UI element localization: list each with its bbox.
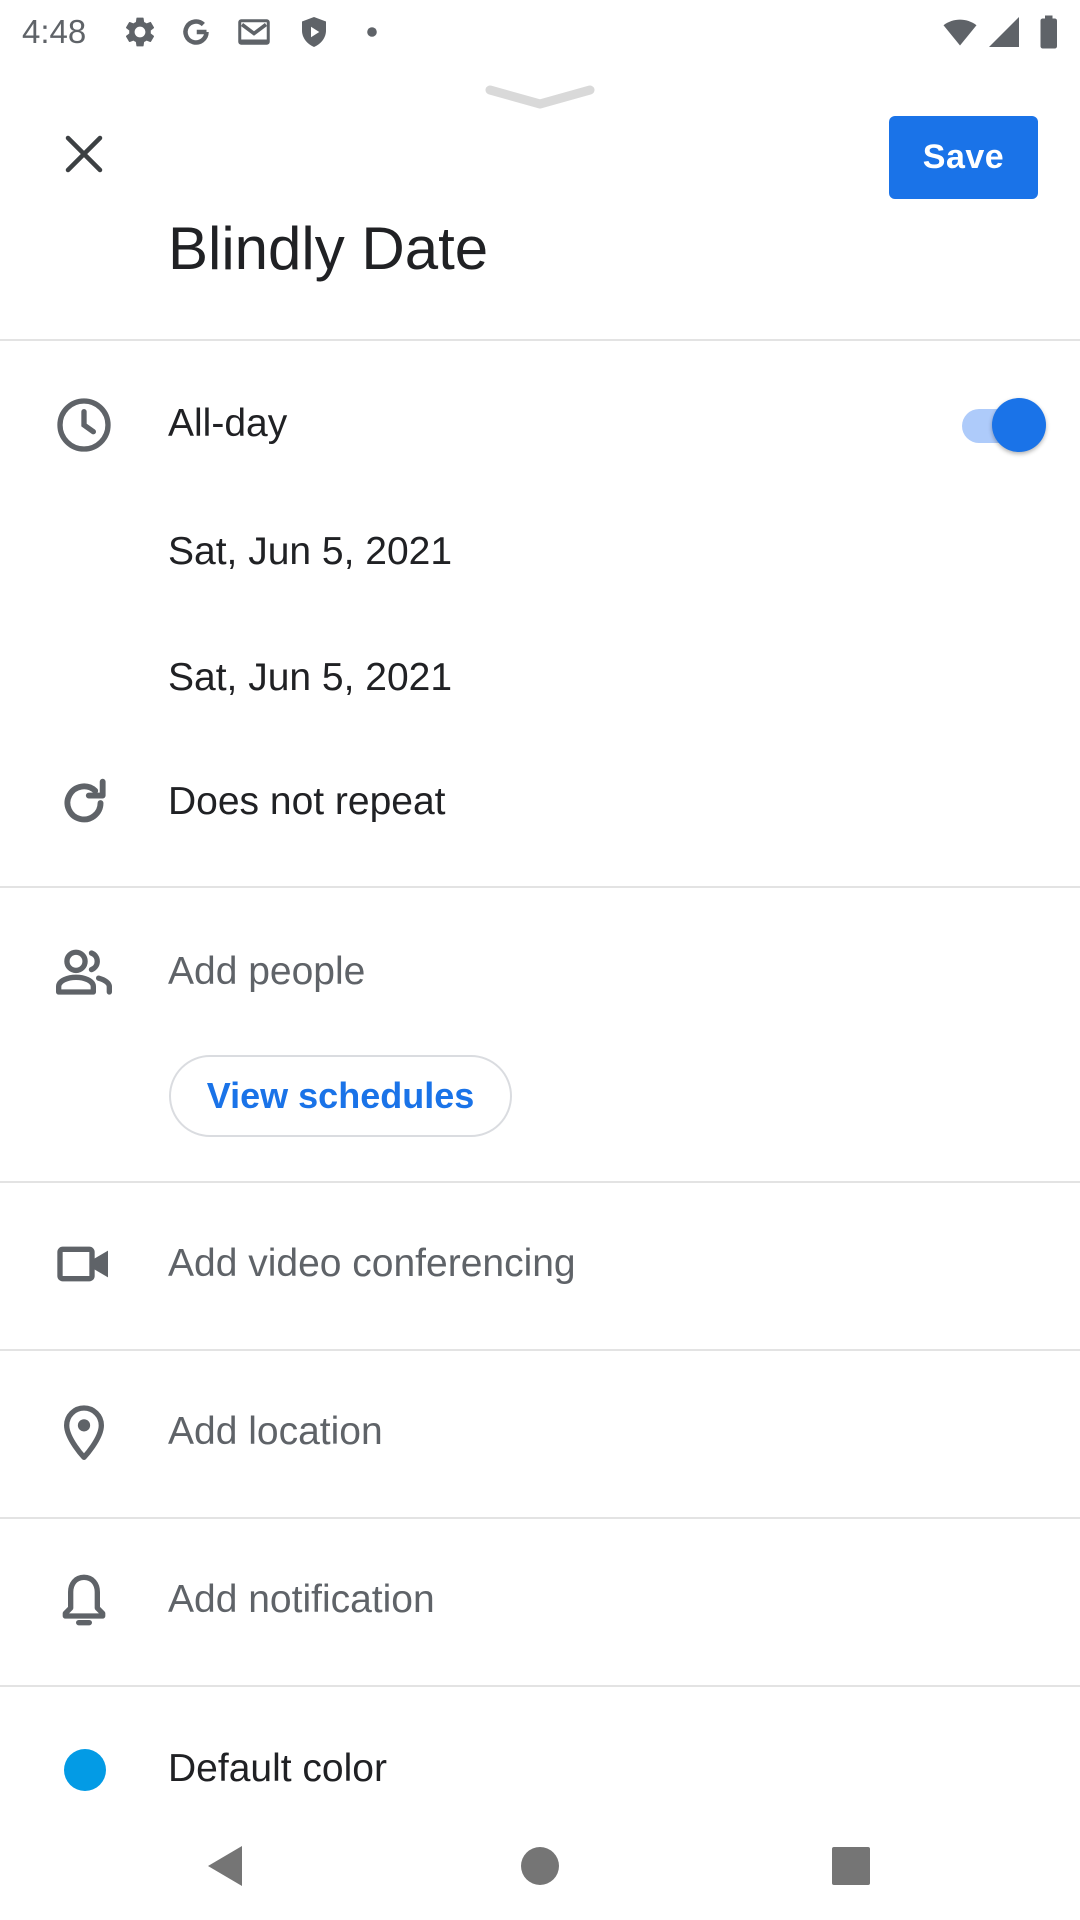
status-time: 4:48	[22, 13, 87, 50]
all-day-label: All-day	[168, 402, 288, 445]
back-button[interactable]	[194, 1834, 258, 1898]
add-video-conferencing[interactable]: Add video conferencing	[168, 1240, 576, 1288]
end-date[interactable]: Sat, Jun 5, 2021	[168, 654, 452, 702]
back-triangle-icon	[208, 1846, 242, 1886]
toggle-thumb	[992, 398, 1046, 452]
video-camera-icon	[52, 1232, 116, 1296]
divider	[0, 1349, 1080, 1351]
color-swatch	[64, 1749, 106, 1791]
event-title[interactable]: Blindly Date	[168, 214, 488, 283]
view-schedules-button[interactable]: View schedules	[169, 1055, 512, 1137]
add-notification[interactable]: Add notification	[168, 1576, 435, 1624]
signal-icon	[986, 14, 1022, 50]
recents-square-icon	[832, 1847, 870, 1885]
dot-icon	[354, 14, 390, 50]
all-day-toggle[interactable]	[956, 396, 1046, 454]
divider	[0, 1685, 1080, 1687]
save-button[interactable]: Save	[889, 116, 1038, 199]
settings-icon	[122, 14, 158, 50]
google-icon	[178, 14, 214, 50]
shield-icon	[296, 14, 332, 50]
event-edit-screen: 4:48 Save Blindly Date All-day Sat, Jun …	[0, 0, 1080, 1920]
location-pin-icon	[52, 1400, 116, 1464]
wifi-icon	[942, 14, 978, 50]
divider	[0, 1181, 1080, 1183]
people-icon	[52, 940, 116, 1004]
home-circle-icon	[521, 1847, 559, 1885]
navigation-bar	[0, 1810, 1080, 1920]
divider	[0, 339, 1080, 341]
bell-icon	[52, 1568, 116, 1632]
repeat-option[interactable]: Does not repeat	[168, 778, 446, 826]
gmail-icon	[236, 14, 272, 50]
status-bar: 4:48	[0, 0, 1080, 64]
repeat-icon	[52, 771, 116, 835]
add-location-field[interactable]: Add location	[168, 1408, 383, 1456]
home-button[interactable]	[508, 1834, 572, 1898]
close-icon	[65, 135, 103, 173]
close-button[interactable]	[44, 114, 124, 194]
drag-handle-icon[interactable]	[484, 78, 596, 114]
divider	[0, 886, 1080, 888]
add-people-field[interactable]: Add people	[168, 948, 365, 996]
battery-icon	[1030, 14, 1066, 50]
divider	[0, 1517, 1080, 1519]
clock-icon	[52, 393, 116, 457]
start-date[interactable]: Sat, Jun 5, 2021	[168, 528, 452, 576]
recents-button[interactable]	[819, 1834, 883, 1898]
default-color-option[interactable]: Default color	[168, 1745, 387, 1793]
